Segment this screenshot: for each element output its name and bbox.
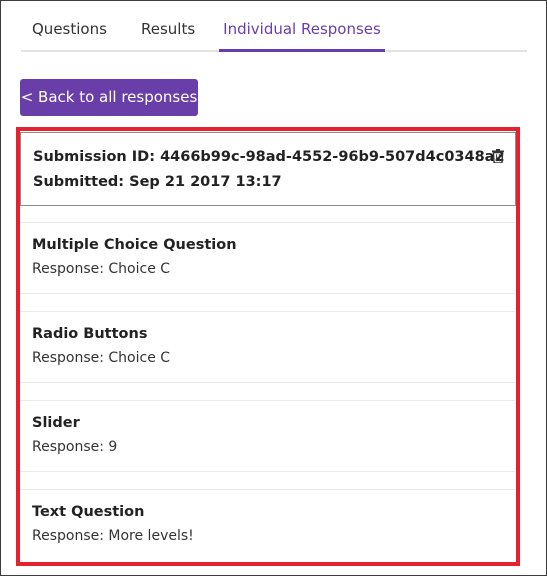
back-to-all-responses-button[interactable]: < Back to all responses bbox=[20, 79, 198, 116]
tab-questions[interactable]: Questions bbox=[32, 20, 107, 38]
tab-bar: Questions Results Individual Responses bbox=[21, 0, 527, 52]
tab-results[interactable]: Results bbox=[141, 20, 195, 38]
tab-individual-responses[interactable]: Individual Responses bbox=[219, 0, 385, 52]
highlight-box bbox=[16, 127, 520, 566]
tab-individual-responses-label: Individual Responses bbox=[223, 20, 381, 38]
